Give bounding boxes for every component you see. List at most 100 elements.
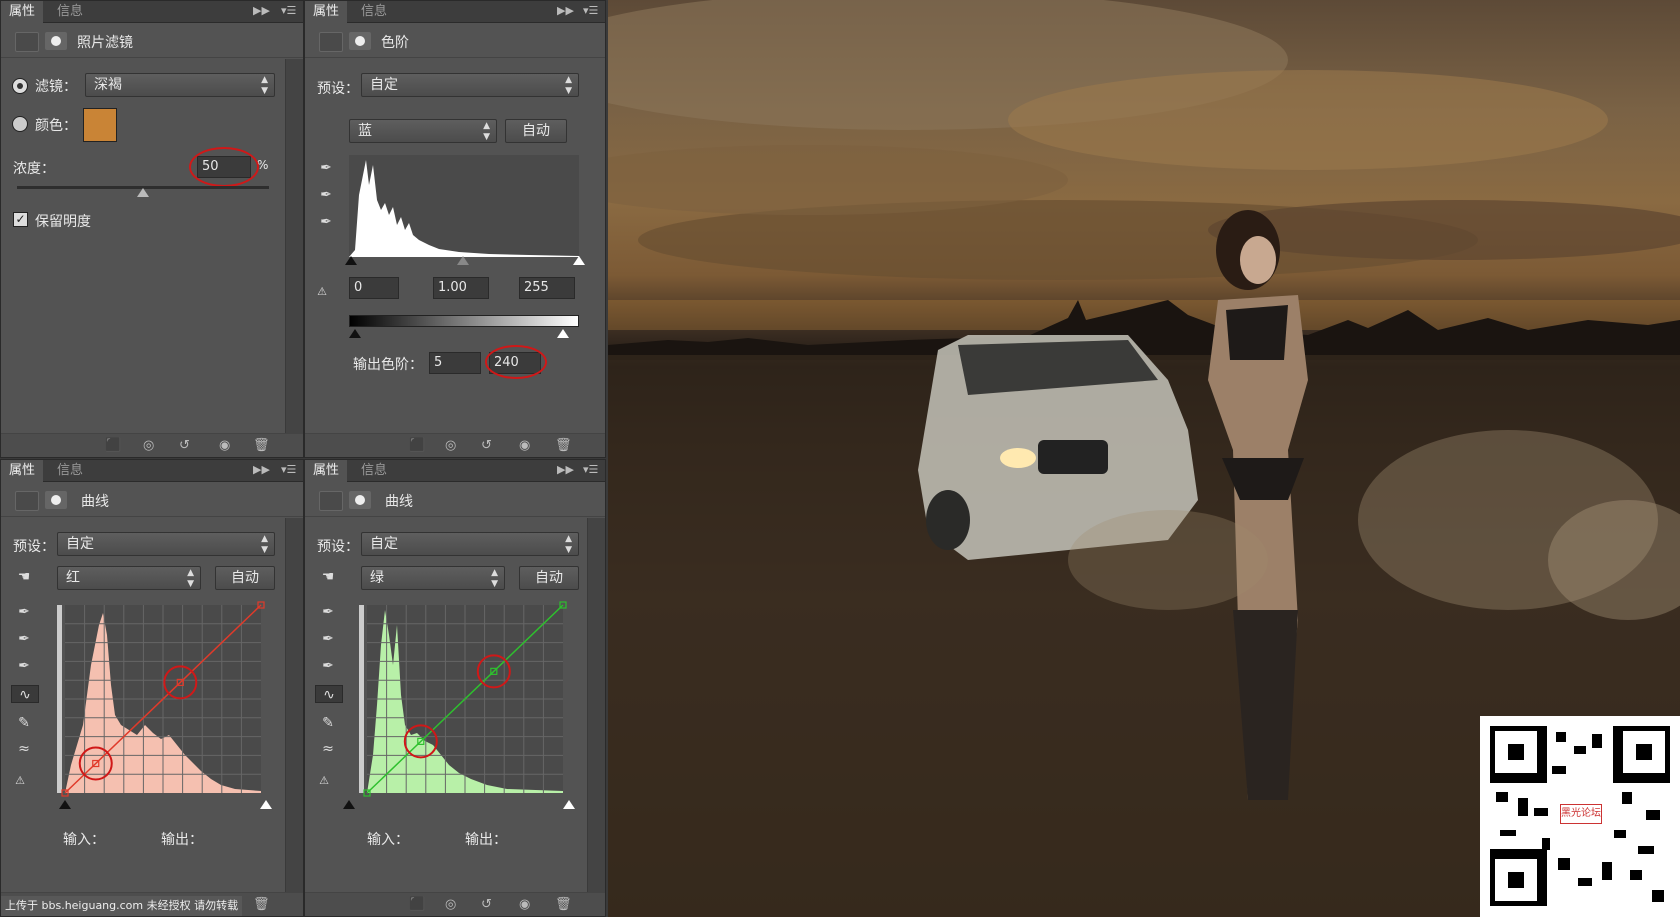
tab-info[interactable]: 信息	[353, 460, 395, 482]
panel-menu-icon[interactable]: ▾☰	[281, 463, 296, 476]
levels-histogram[interactable]	[349, 155, 579, 257]
clipping-warning-icon[interactable]: ⚠	[315, 772, 333, 790]
qr-code: 黑光论坛	[1480, 716, 1680, 917]
trash-icon[interactable]: 🗑	[253, 897, 270, 912]
curve-point-tool-icon[interactable]: ∿	[11, 685, 39, 703]
expand-icon[interactable]: ▶▶	[557, 463, 574, 476]
input-gamma-field[interactable]: 1.00	[433, 277, 489, 299]
density-slider-thumb[interactable]	[137, 188, 149, 197]
clip-icon[interactable]: ⬛	[409, 897, 425, 912]
preserve-luminosity-checkbox[interactable]: ✓	[13, 212, 28, 227]
preset-select[interactable]: 自定 ▲ ▼	[57, 532, 275, 556]
pencil-icon[interactable]: ✎	[15, 714, 33, 732]
white-eyedropper-icon[interactable]: ✒	[317, 213, 335, 231]
expand-icon[interactable]: ▶▶	[557, 4, 574, 17]
tab-properties[interactable]: 属性	[1, 1, 44, 23]
preset-select[interactable]: 自定 ▲ ▼	[361, 73, 579, 97]
qr-label: 黑光论坛	[1560, 804, 1602, 824]
black-eyedropper-icon[interactable]: ✒	[319, 603, 337, 621]
clipping-warning-icon[interactable]: ⚠	[313, 283, 331, 301]
color-radio[interactable]	[12, 116, 28, 132]
curves-graph[interactable]	[57, 601, 267, 797]
curve-point-tool-icon[interactable]: ∿	[315, 685, 343, 703]
panel-menu-icon[interactable]: ▾☰	[281, 4, 296, 17]
output-black-field[interactable]: 5	[429, 352, 481, 374]
reset-icon[interactable]: ↺	[179, 438, 190, 453]
panel-scrollbar[interactable]	[285, 59, 303, 435]
auto-button[interactable]: 自动	[505, 119, 567, 143]
hand-adjust-icon[interactable]: ☚	[319, 568, 337, 586]
gray-eyedropper-icon[interactable]: ✒	[317, 186, 335, 204]
expand-icon[interactable]: ▶▶	[253, 463, 270, 476]
clip-icon[interactable]: ⬛	[105, 438, 121, 453]
white-eyedropper-icon[interactable]: ✒	[319, 657, 337, 675]
mask-icon	[45, 491, 67, 509]
pencil-icon[interactable]: ✎	[319, 714, 337, 732]
black-eyedropper-icon[interactable]: ✒	[15, 603, 33, 621]
input-gamma-slider[interactable]	[457, 256, 469, 265]
tab-properties[interactable]: 属性	[305, 1, 348, 23]
panel-scrollbar[interactable]	[587, 518, 605, 894]
input-black-field[interactable]: 0	[349, 277, 399, 299]
preset-select-value: 自定	[370, 536, 398, 552]
output-gradient	[359, 605, 364, 793]
tab-info[interactable]: 信息	[353, 1, 395, 23]
panel-scrollbar[interactable]	[285, 518, 303, 894]
curves-graph[interactable]	[359, 601, 569, 797]
eye-icon[interactable]: ◉	[219, 438, 230, 453]
smooth-icon[interactable]: ≈	[319, 740, 337, 758]
curves-green-panel: 属性 信息 ▶▶ ▾☰ 曲线 预设： 自定 ▲ ▼ ☚ 绿 ▲ ▼ 自动 ✒ ✒ ✒…	[304, 459, 606, 917]
filter-radio[interactable]	[12, 78, 28, 94]
input-black-slider[interactable]	[343, 800, 355, 809]
white-eyedropper-icon[interactable]: ✒	[15, 657, 33, 675]
trash-icon[interactable]: 🗑	[253, 438, 270, 453]
clip-icon[interactable]: ⬛	[409, 438, 425, 453]
trash-icon[interactable]: 🗑	[555, 438, 572, 453]
trash-icon[interactable]: 🗑	[555, 897, 572, 912]
filter-select[interactable]: 深褐 ▲ ▼	[85, 73, 275, 97]
levels-panel: 属性 信息 ▶▶ ▾☰ 色阶 预设： 自定 ▲ ▼ 蓝 ▲ ▼ 自动 ✒ ✒ ✒ ⚠…	[304, 0, 606, 458]
view-previous-icon[interactable]: ◎	[143, 438, 154, 453]
preset-select[interactable]: 自定 ▲ ▼	[361, 532, 579, 556]
black-eyedropper-icon[interactable]: ✒	[317, 159, 335, 177]
channel-select[interactable]: 蓝 ▲ ▼	[349, 119, 497, 143]
tab-properties[interactable]: 属性	[1, 460, 44, 482]
auto-button[interactable]: 自动	[215, 566, 275, 590]
document-canvas[interactable]: 黑光论坛	[608, 0, 1680, 917]
reset-icon[interactable]: ↺	[481, 438, 492, 453]
clipping-warning-icon[interactable]: ⚠	[11, 772, 29, 790]
expand-icon[interactable]: ▶▶	[253, 4, 270, 17]
input-black-slider[interactable]	[59, 800, 71, 809]
output-white-slider[interactable]	[557, 329, 569, 338]
panel-footer: ⬛ ◎ ↺ ◉ 🗑	[1, 433, 303, 457]
input-white-slider[interactable]	[260, 800, 272, 809]
input-white-slider[interactable]	[563, 800, 575, 809]
panel-menu-icon[interactable]: ▾☰	[583, 463, 598, 476]
input-black-slider[interactable]	[345, 256, 357, 265]
panel-menu-icon[interactable]: ▾☰	[583, 4, 598, 17]
tab-info[interactable]: 信息	[49, 1, 91, 23]
tab-info[interactable]: 信息	[49, 460, 91, 482]
gray-eyedropper-icon[interactable]: ✒	[319, 630, 337, 648]
reset-icon[interactable]: ↺	[481, 897, 492, 912]
auto-button[interactable]: 自动	[519, 566, 579, 590]
channel-select[interactable]: 红 ▲ ▼	[57, 566, 201, 590]
input-label: 输入：	[367, 832, 409, 848]
input-white-slider[interactable]	[573, 256, 585, 265]
eye-icon[interactable]: ◉	[519, 438, 530, 453]
eye-icon[interactable]: ◉	[519, 897, 530, 912]
output-black-slider[interactable]	[349, 329, 361, 338]
tab-properties[interactable]: 属性	[305, 460, 348, 482]
hand-adjust-icon[interactable]: ☚	[15, 568, 33, 586]
smooth-icon[interactable]: ≈	[15, 740, 33, 758]
panel-title: 色阶	[381, 35, 409, 51]
channel-select[interactable]: 绿 ▲ ▼	[361, 566, 505, 590]
view-previous-icon[interactable]: ◎	[445, 438, 456, 453]
select-arrows-icon: ▲ ▼	[261, 75, 268, 96]
color-swatch[interactable]	[83, 108, 117, 142]
select-arrows-icon: ▲ ▼	[491, 568, 498, 589]
input-white-field[interactable]: 255	[519, 277, 575, 299]
view-previous-icon[interactable]: ◎	[445, 897, 456, 912]
gray-eyedropper-icon[interactable]: ✒	[15, 630, 33, 648]
select-arrows-icon: ▲ ▼	[261, 534, 268, 555]
